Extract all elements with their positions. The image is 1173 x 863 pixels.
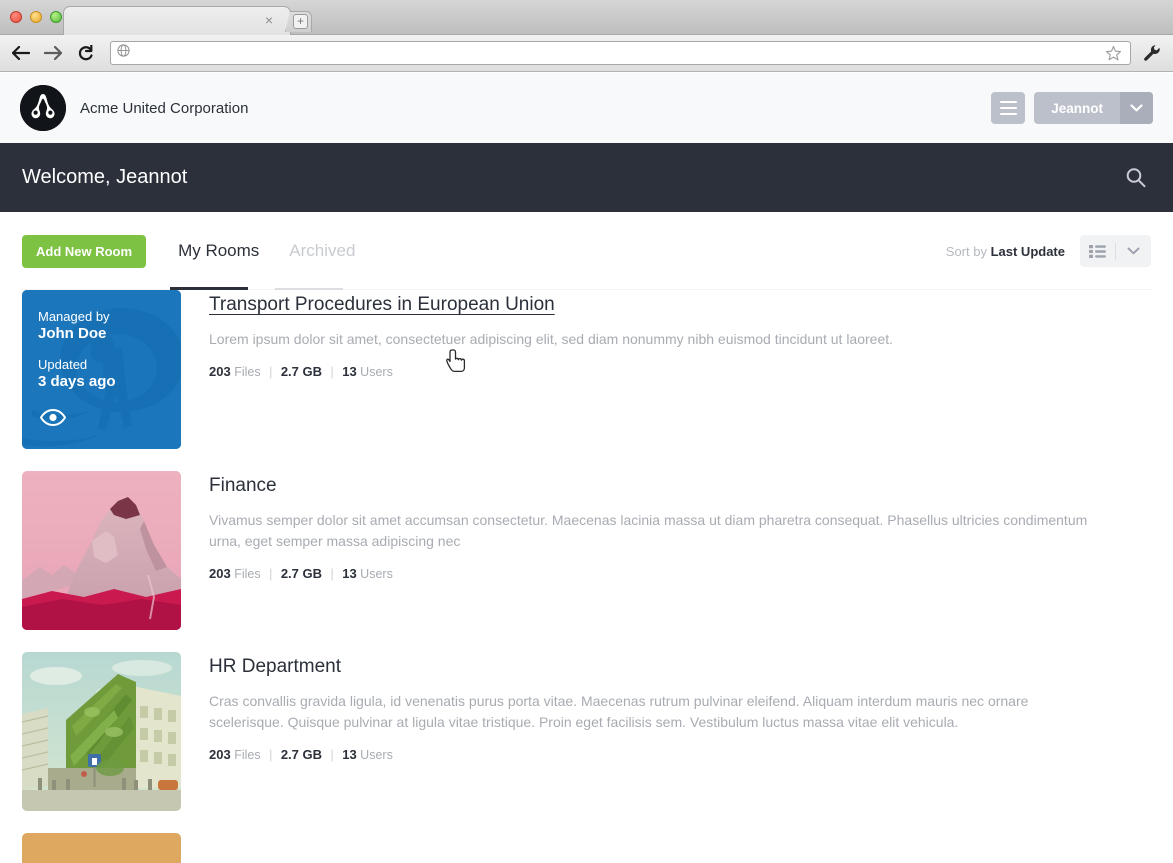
storage-size: 2.7 GB: [280, 566, 322, 581]
plus-icon: +: [293, 14, 308, 29]
room-description: Cras convallis gravida ligula, id venena…: [209, 693, 1029, 730]
updated-label: Updated: [38, 357, 88, 372]
tab-archived[interactable]: Archived: [285, 241, 359, 261]
eye-icon[interactable]: [39, 408, 67, 431]
close-window-button[interactable]: [10, 11, 22, 23]
storage-size: 2.7 GB: [280, 747, 322, 762]
browser-tab[interactable]: ×: [63, 6, 291, 35]
room-details: Finance Vivamus semper dolor sit amet ac…: [209, 471, 1151, 630]
sort-value-label: Last Update: [990, 243, 1065, 259]
browser-titlebar: × +: [0, 0, 1173, 35]
rooms-tabs: My Rooms Archived: [174, 241, 359, 261]
brand-area[interactable]: Acme United Corporation: [20, 85, 248, 131]
meta-divider: |: [269, 748, 273, 762]
wrench-icon[interactable]: [1141, 42, 1163, 64]
files-label: Files: [234, 365, 261, 379]
list-item[interactable]: Finance Vivamus semper dolor sit amet ac…: [22, 471, 1151, 630]
list-item[interactable]: Managed by John Doe Updated 3 days ago T…: [22, 290, 1151, 449]
managed-by-label: Managed by: [38, 309, 110, 324]
room-thumbnail[interactable]: [22, 652, 181, 811]
acme-logo-icon: [20, 85, 66, 131]
tab-my-rooms[interactable]: My Rooms: [174, 241, 263, 261]
active-tab-underline: [170, 287, 248, 290]
room-title[interactable]: HR Department: [209, 656, 341, 678]
app-header: Acme United Corporation Jeannot: [0, 73, 1173, 143]
room-description: Vivamus semper dolor sit amet accumsan c…: [209, 512, 1088, 549]
room-description: Lorem ipsum dolor sit amet, consectetuer…: [209, 331, 894, 347]
meta-divider: |: [269, 567, 273, 581]
browser-window: × + Acme United Corporation Jeannot Welc…: [0, 0, 1173, 863]
inactive-tab-underline: [275, 288, 343, 290]
rooms-list: Managed by John Doe Updated 3 days ago T…: [0, 290, 1173, 863]
user-menu-label: Jeannot: [1051, 100, 1103, 116]
files-count: 203: [209, 566, 231, 581]
sort-and-view-controls: Sort by Last Update: [946, 235, 1151, 267]
room-thumbnail[interactable]: [22, 833, 181, 863]
room-title-link[interactable]: Transport Procedures in European Union: [209, 294, 555, 316]
storage-size: 2.7 GB: [280, 364, 322, 379]
sort-prefix-label: Sort by: [945, 243, 987, 259]
users-count: 13: [342, 747, 357, 762]
back-arrow-icon[interactable]: [10, 42, 32, 64]
welcome-bar: Welcome, Jeannot: [0, 143, 1173, 212]
users-label: Users: [360, 567, 393, 581]
maximize-window-button[interactable]: [50, 11, 62, 23]
welcome-message: Welcome, Jeannot: [22, 166, 188, 188]
desert-photo: [22, 833, 181, 863]
view-toggle: [1080, 235, 1151, 267]
files-count: 203: [209, 747, 231, 762]
room-metadata: 203 Files | 2.7 GB | 13 Users: [209, 364, 1151, 379]
users-label: Users: [360, 365, 393, 379]
green-building-photo: [22, 652, 181, 811]
users-label: Users: [360, 748, 393, 762]
meta-divider: |: [269, 365, 273, 379]
organization-name: Acme United Corporation: [80, 99, 249, 117]
star-icon[interactable]: [1105, 45, 1122, 67]
meta-divider: |: [330, 748, 334, 762]
room-metadata: 203 Files | 2.7 GB | 13 Users: [209, 747, 1151, 762]
url-bar[interactable]: [110, 41, 1131, 65]
meta-divider: |: [330, 365, 334, 379]
rooms-toolbar: Add New Room My Rooms Archived Sort by L…: [0, 212, 1173, 290]
forward-arrow-icon[interactable]: [42, 42, 64, 64]
globe-icon: [117, 44, 130, 62]
room-details: HR Department Cras convallis gravida lig…: [209, 652, 1151, 811]
user-menu-button[interactable]: Jeannot: [1034, 92, 1153, 124]
users-count: 13: [342, 566, 357, 581]
files-label: Files: [234, 748, 261, 762]
files-count: 203: [209, 364, 231, 379]
room-thumbnail[interactable]: [22, 471, 181, 630]
room-details: [209, 833, 1151, 863]
minimize-window-button[interactable]: [30, 11, 42, 23]
users-count: 13: [342, 364, 357, 379]
chevron-down-icon[interactable]: [1120, 92, 1153, 124]
browser-toolbar: [0, 35, 1173, 72]
room-details: Transport Procedures in European Union L…: [209, 290, 1151, 449]
search-icon[interactable]: [1121, 163, 1151, 193]
list-item[interactable]: [22, 833, 1151, 863]
room-metadata: 203 Files | 2.7 GB | 13 Users: [209, 566, 1151, 581]
header-actions: Jeannot: [991, 92, 1153, 124]
files-label: Files: [234, 567, 261, 581]
manager-name: John Doe: [38, 325, 107, 342]
hamburger-menu-icon[interactable]: [991, 92, 1026, 124]
close-tab-icon[interactable]: ×: [262, 13, 276, 27]
list-view-icon[interactable]: [1080, 244, 1115, 258]
mountain-photo: [22, 471, 181, 630]
meta-divider: |: [330, 567, 334, 581]
list-item[interactable]: HR Department Cras convallis gravida lig…: [22, 652, 1151, 811]
reload-icon[interactable]: [74, 42, 96, 64]
updated-value: 3 days ago: [38, 373, 116, 390]
window-controls: [10, 11, 62, 23]
add-new-room-button[interactable]: Add New Room: [22, 234, 147, 268]
room-title[interactable]: Finance: [209, 475, 277, 497]
chevron-down-icon[interactable]: [1116, 247, 1151, 255]
room-thumbnail-hover-overlay[interactable]: Managed by John Doe Updated 3 days ago: [22, 290, 181, 449]
application-viewport: Acme United Corporation Jeannot Welcome,…: [0, 73, 1173, 863]
sort-control[interactable]: Sort by Last Update: [946, 244, 1065, 259]
